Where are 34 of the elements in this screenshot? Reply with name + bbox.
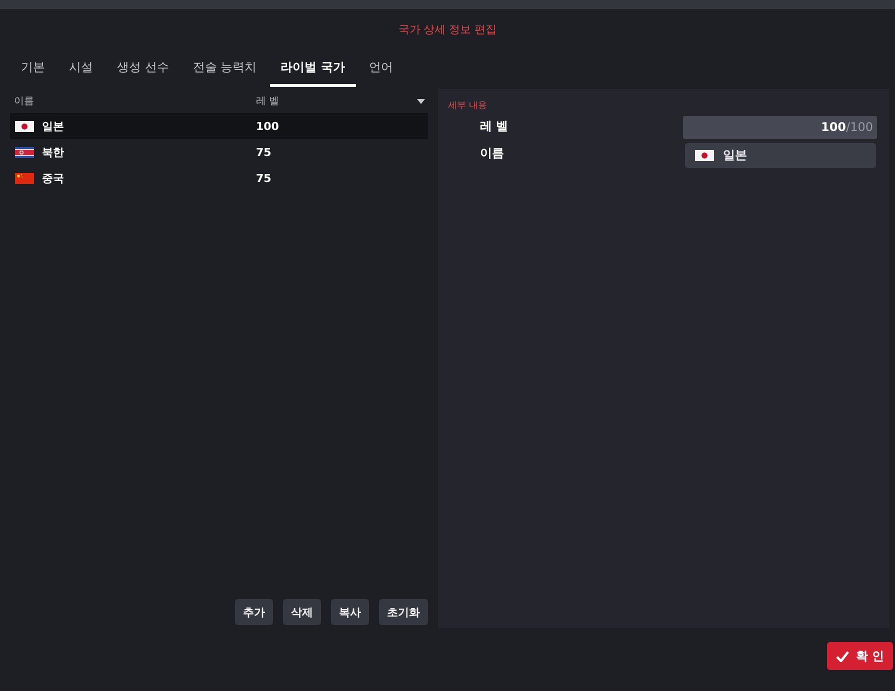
level-value: 75 xyxy=(256,146,272,158)
confirm-button[interactable]: 확 인 xyxy=(826,642,893,670)
flag-icon xyxy=(15,120,34,132)
action-button[interactable]: 초기화 xyxy=(379,599,428,625)
country-name: 북한 xyxy=(42,144,64,160)
country-name: 중국 xyxy=(42,170,64,186)
tab[interactable]: 언어 xyxy=(358,55,404,87)
tab[interactable]: 라이벌 국가 xyxy=(270,55,356,87)
dropdown-arrow-icon[interactable] xyxy=(417,98,425,104)
section-title: 세부 내용 xyxy=(448,100,488,112)
table-row[interactable]: 북한 75 xyxy=(10,139,428,165)
table-row[interactable]: 중국 75 xyxy=(10,165,428,191)
tab[interactable]: 생성 선수 xyxy=(106,55,180,87)
action-button[interactable]: 복사 xyxy=(331,599,369,625)
field-label: 레 벨 xyxy=(479,118,510,135)
tab[interactable]: 기본 xyxy=(10,55,56,87)
flag-icon xyxy=(15,146,34,158)
window-title: 국가 상세 정보 편집 xyxy=(398,22,497,38)
tab[interactable]: 전술 능력치 xyxy=(182,55,268,87)
level-value: 100 xyxy=(256,120,280,132)
level-field[interactable]: 100/100 xyxy=(683,116,877,139)
action-button[interactable]: 삭제 xyxy=(283,599,321,625)
column-header[interactable]: 이름 xyxy=(10,94,256,108)
flag-icon xyxy=(15,172,34,184)
country-name: 일본 xyxy=(42,118,64,134)
tab[interactable]: 시설 xyxy=(58,55,104,87)
table-row[interactable]: 일본 100 xyxy=(10,113,428,139)
check-icon xyxy=(836,650,849,662)
country-select[interactable]: 일본 xyxy=(685,143,876,168)
flag-icon xyxy=(695,150,714,161)
field-label: 이름 xyxy=(479,145,505,162)
action-button[interactable]: 추가 xyxy=(235,599,273,625)
level-value: 75 xyxy=(256,172,272,184)
column-header[interactable]: 레 벨 xyxy=(256,94,417,108)
